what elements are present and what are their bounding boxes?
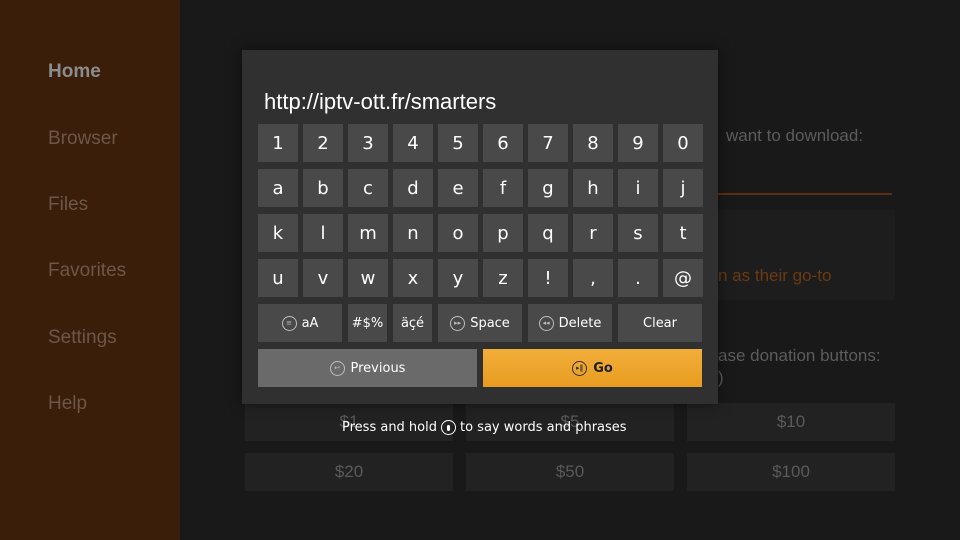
key-2-6[interactable]: q bbox=[528, 214, 568, 252]
key-1-3[interactable]: d bbox=[393, 169, 433, 207]
key-2-7[interactable]: r bbox=[573, 214, 613, 252]
sidebar: Home Browser Files Favorites Settings He… bbox=[0, 0, 180, 540]
delete-button[interactable]: ◂◂ Delete bbox=[528, 304, 612, 342]
key-2-5[interactable]: p bbox=[483, 214, 523, 252]
clear-label: Clear bbox=[643, 315, 677, 331]
key-1-1[interactable]: b bbox=[303, 169, 343, 207]
key-1-0[interactable]: a bbox=[258, 169, 298, 207]
key-0-1[interactable]: 2 bbox=[303, 124, 343, 162]
delete-label: Delete bbox=[558, 315, 602, 331]
back-icon: ↩ bbox=[329, 360, 345, 376]
key-1-7[interactable]: h bbox=[573, 169, 613, 207]
key-1-4[interactable]: e bbox=[438, 169, 478, 207]
go-button[interactable]: ▸‖ Go bbox=[483, 349, 702, 387]
menu-icon: ≡ bbox=[281, 315, 297, 331]
voice-hint: Press and hold to say words and phrases bbox=[342, 420, 627, 435]
key-3-0[interactable]: u bbox=[258, 259, 298, 297]
key-0-7[interactable]: 8 bbox=[573, 124, 613, 162]
key-2-1[interactable]: l bbox=[303, 214, 343, 252]
sidebar-item-browser[interactable]: Browser bbox=[48, 128, 118, 150]
key-0-9[interactable]: 0 bbox=[663, 124, 703, 162]
key-3-4[interactable]: y bbox=[438, 259, 478, 297]
symbols-label: #$% bbox=[351, 315, 384, 331]
key-3-2[interactable]: w bbox=[348, 259, 388, 297]
microphone-icon bbox=[441, 420, 456, 435]
donation-paren: ) bbox=[718, 368, 724, 387]
donation-prompt: ase donation buttons: bbox=[718, 346, 881, 365]
sidebar-item-settings[interactable]: Settings bbox=[48, 327, 117, 349]
sidebar-item-files[interactable]: Files bbox=[48, 194, 88, 216]
key-2-4[interactable]: o bbox=[438, 214, 478, 252]
key-3-7[interactable]: , bbox=[573, 259, 613, 297]
key-1-9[interactable]: j bbox=[663, 169, 703, 207]
donate-10-button[interactable]: $10 bbox=[687, 403, 895, 441]
donate-50-button[interactable]: $50 bbox=[466, 453, 674, 491]
key-3-6[interactable]: ! bbox=[528, 259, 568, 297]
background-panel bbox=[700, 210, 895, 300]
clear-button[interactable]: Clear bbox=[618, 304, 702, 342]
key-1-8[interactable]: i bbox=[618, 169, 658, 207]
download-prompt: want to download: bbox=[726, 126, 864, 145]
key-1-6[interactable]: g bbox=[528, 169, 568, 207]
key-3-5[interactable]: z bbox=[483, 259, 523, 297]
previous-button[interactable]: ↩ Previous bbox=[258, 349, 477, 387]
key-3-8[interactable]: . bbox=[618, 259, 658, 297]
key-0-4[interactable]: 5 bbox=[438, 124, 478, 162]
key-0-6[interactable]: 7 bbox=[528, 124, 568, 162]
go-label: Go bbox=[593, 360, 613, 376]
key-0-2[interactable]: 3 bbox=[348, 124, 388, 162]
voice-hint-before: Press and hold bbox=[342, 420, 437, 435]
key-2-9[interactable]: t bbox=[663, 214, 703, 252]
key-1-2[interactable]: c bbox=[348, 169, 388, 207]
voice-hint-after: to say words and phrases bbox=[460, 420, 627, 435]
play-pause-icon: ▸‖ bbox=[572, 360, 588, 376]
key-0-5[interactable]: 6 bbox=[483, 124, 523, 162]
key-3-3[interactable]: x bbox=[393, 259, 433, 297]
key-3-1[interactable]: v bbox=[303, 259, 343, 297]
fast-forward-icon: ▸▸ bbox=[450, 315, 466, 331]
symbols-button[interactable]: #$% bbox=[348, 304, 387, 342]
key-2-3[interactable]: n bbox=[393, 214, 433, 252]
key-0-3[interactable]: 4 bbox=[393, 124, 433, 162]
url-input[interactable]: http://iptv-ott.fr/smarters bbox=[264, 89, 496, 115]
key-2-8[interactable]: s bbox=[618, 214, 658, 252]
accents-button[interactable]: äçé bbox=[393, 304, 432, 342]
case-toggle-label: aA bbox=[301, 315, 319, 331]
case-toggle-button[interactable]: ≡ aA bbox=[258, 304, 342, 342]
accents-label: äçé bbox=[400, 315, 425, 331]
previous-label: Previous bbox=[350, 360, 406, 376]
url-underline bbox=[718, 193, 892, 195]
key-0-0[interactable]: 1 bbox=[258, 124, 298, 162]
go-to-text: n as their go-to bbox=[718, 266, 832, 285]
sidebar-item-home[interactable]: Home bbox=[48, 61, 101, 83]
keyboard-dialog: http://iptv-ott.fr/smarters 1234567890 ab… bbox=[242, 50, 718, 404]
sidebar-item-help[interactable]: Help bbox=[48, 393, 87, 415]
donate-20-button[interactable]: $20 bbox=[245, 453, 453, 491]
rewind-icon: ◂◂ bbox=[538, 315, 554, 331]
space-button[interactable]: ▸▸ Space bbox=[438, 304, 522, 342]
key-2-0[interactable]: k bbox=[258, 214, 298, 252]
donate-100-button[interactable]: $100 bbox=[687, 453, 895, 491]
key-0-8[interactable]: 9 bbox=[618, 124, 658, 162]
sidebar-item-favorites[interactable]: Favorites bbox=[48, 260, 126, 282]
space-label: Space bbox=[470, 315, 510, 331]
key-2-2[interactable]: m bbox=[348, 214, 388, 252]
key-3-9[interactable]: @ bbox=[663, 259, 703, 297]
key-1-5[interactable]: f bbox=[483, 169, 523, 207]
